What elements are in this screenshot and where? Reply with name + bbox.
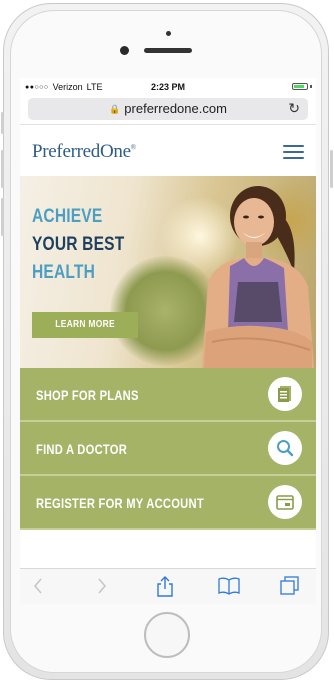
hero-banner: ACHIEVE YOUR BEST HEALTH LEARN MORE (20, 176, 316, 368)
volume-down-button (1, 198, 4, 236)
find-a-doctor-link[interactable]: FIND A DOCTOR (20, 422, 316, 476)
lock-icon: 🔒 (109, 104, 121, 114)
menu-item-label: REGISTER FOR MY ACCOUNT (36, 495, 204, 511)
logo-text: PreferredOne (32, 141, 131, 162)
battery-tip (310, 85, 312, 88)
earpiece-speaker (144, 48, 192, 53)
mute-switch (1, 112, 4, 134)
battery-icon (292, 83, 308, 90)
quick-links-menu: SHOP FOR PLANS FIND A DOCTOR REGISTER FO… (20, 368, 316, 530)
home-button[interactable] (144, 612, 190, 658)
learn-more-button[interactable]: LEARN MORE (32, 312, 138, 338)
phone-screen: ●●○○○ Verizon LTE 2:23 PM 🔒 preferredone.… (20, 78, 316, 604)
status-time: 2:23 PM (150, 82, 185, 92)
front-camera (120, 46, 129, 55)
hero-headline-line3: HEALTH (32, 262, 96, 283)
hero-headline-line2: YOUR BEST (32, 234, 125, 255)
hamburger-menu-icon[interactable] (283, 145, 304, 159)
window-icon (268, 485, 302, 519)
back-icon[interactable] (32, 576, 44, 596)
document-icon (268, 377, 302, 411)
register-account-link[interactable]: REGISTER FOR MY ACCOUNT (20, 476, 316, 530)
hero-headline-line1: ACHIEVE (32, 206, 103, 227)
tabs-icon[interactable] (280, 576, 300, 596)
power-button (330, 150, 333, 188)
share-icon[interactable] (156, 576, 174, 598)
learn-more-label: LEARN MORE (55, 319, 115, 330)
reload-icon[interactable]: ↻ (288, 100, 300, 117)
browser-toolbar (20, 568, 316, 604)
volume-up-button (1, 150, 4, 188)
search-icon (268, 431, 302, 465)
menu-item-label: FIND A DOCTOR (36, 441, 128, 457)
proximity-sensor (166, 31, 171, 36)
site-logo[interactable]: PreferredOne® (32, 141, 136, 163)
shop-for-plans-link[interactable]: SHOP FOR PLANS (20, 368, 316, 422)
url-text: preferredone.com (124, 101, 227, 116)
menu-item-label: SHOP FOR PLANS (36, 387, 139, 403)
bookmarks-icon[interactable] (218, 576, 240, 596)
site-header: PreferredOne® (20, 124, 316, 177)
hero-woman-image (202, 186, 314, 368)
status-bar: ●●○○○ Verizon LTE 2:23 PM (20, 78, 316, 96)
address-bar[interactable]: 🔒 preferredone.com ↻ (28, 98, 308, 120)
forward-icon[interactable] (96, 576, 108, 596)
